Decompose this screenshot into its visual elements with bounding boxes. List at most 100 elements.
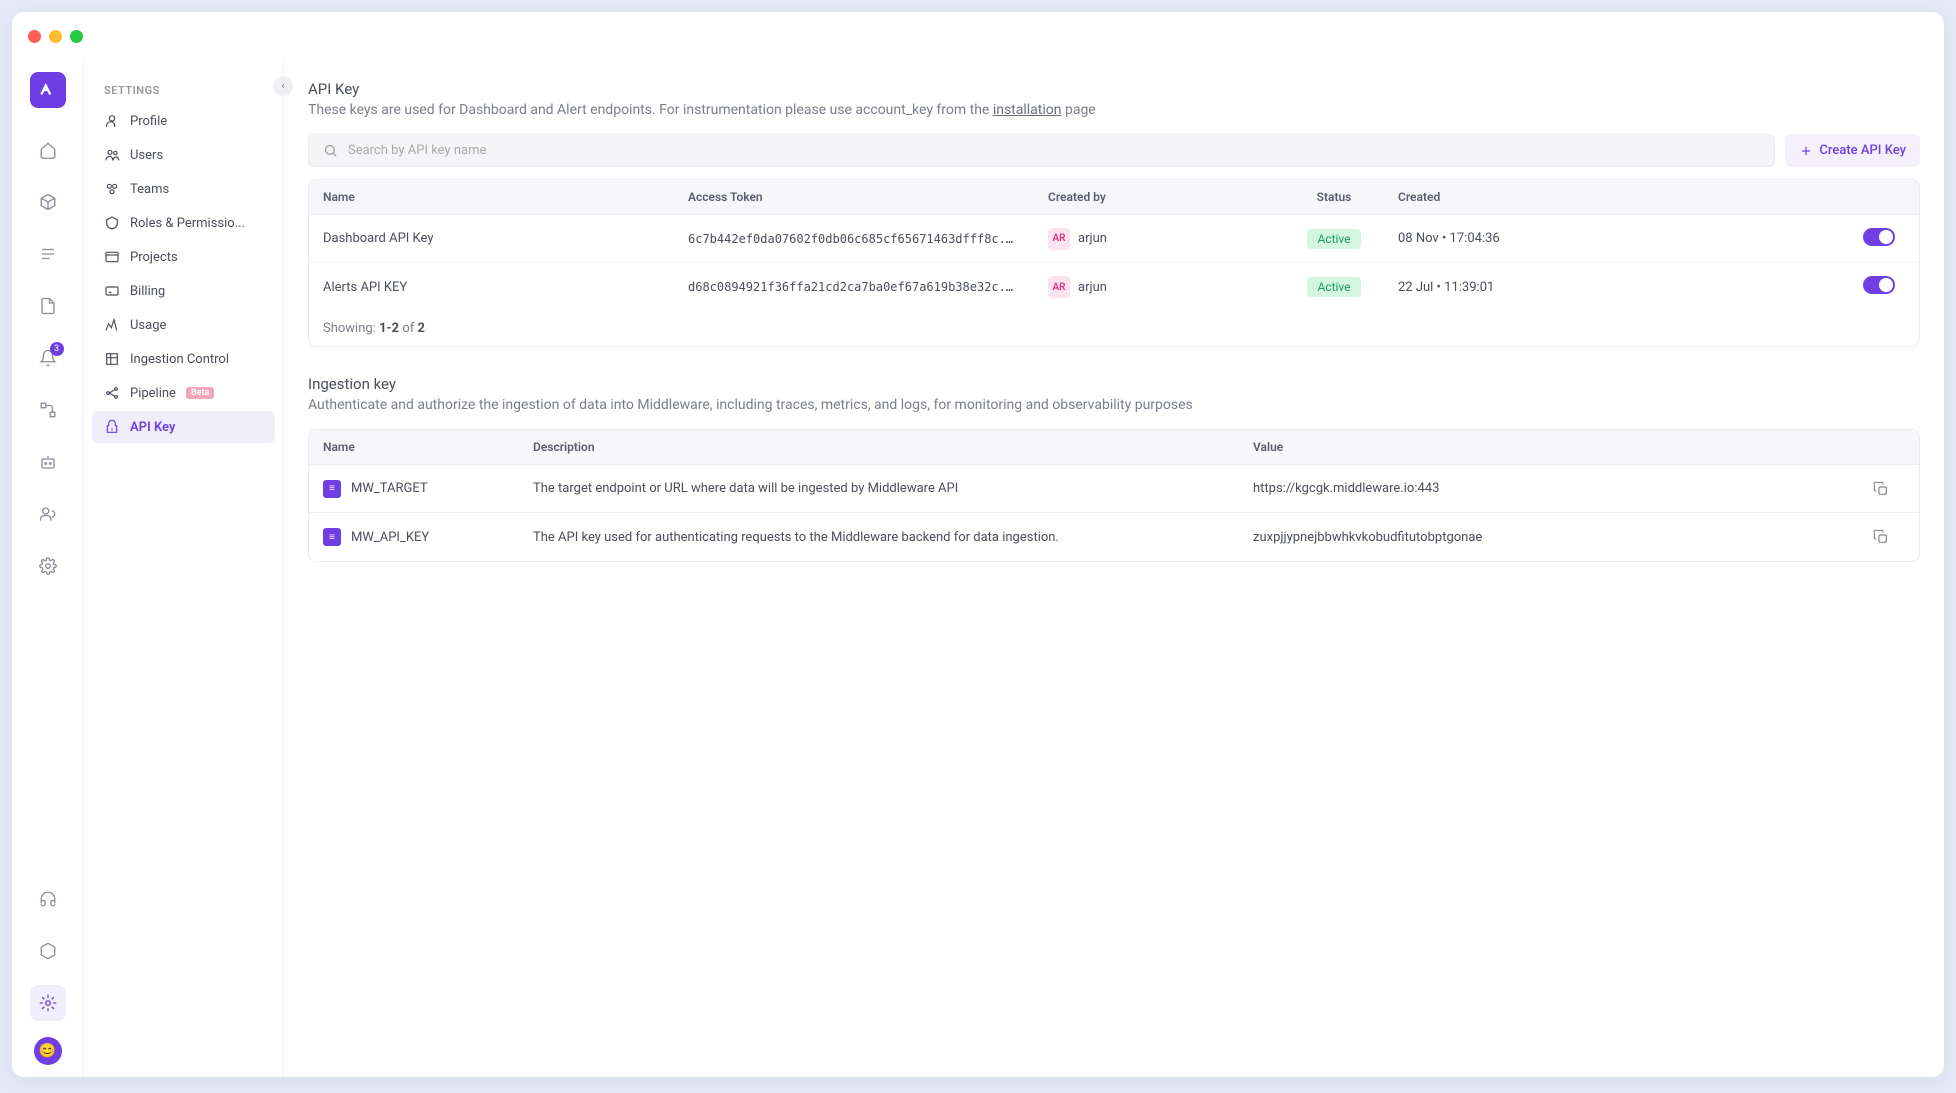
plus-icon (1799, 144, 1813, 158)
copy-icon[interactable] (1873, 481, 1889, 497)
status-badge: Active (1307, 229, 1360, 249)
key-icon: ≡ (323, 480, 341, 498)
th-iname: Name (309, 430, 519, 464)
rail-cube-icon[interactable] (30, 184, 66, 220)
cell-created-by: AR arjun (1034, 218, 1284, 260)
rail-alert-badge: 3 (50, 342, 64, 356)
cell-idesc: The target endpoint or URL where data wi… (519, 471, 1239, 506)
user-initials: AR (1048, 228, 1070, 250)
user-name: arjun (1078, 231, 1107, 246)
cell-idesc: The API key used for authenticating requ… (519, 520, 1239, 555)
table-header: Name Access Token Created by Status Crea… (309, 180, 1919, 215)
rail-users-icon[interactable] (30, 496, 66, 532)
sidebar-icon (104, 283, 120, 299)
collapse-sidebar-button[interactable]: ‹ (273, 76, 293, 96)
sidebar-label: Roles & Permissio... (130, 216, 245, 231)
rail-package-icon[interactable] (30, 933, 66, 969)
cell-token: d68c0894921f36ffa21cd2ca7ba0ef67a619b38e… (674, 270, 1034, 304)
th-status: Status (1284, 180, 1384, 214)
sidebar-item-projects[interactable]: Projects (92, 241, 275, 273)
rail-home-icon[interactable] (30, 132, 66, 168)
sidebar-icon (104, 317, 120, 333)
titlebar (12, 12, 1944, 60)
sidebar-item-users[interactable]: Users (92, 139, 275, 171)
rail-support-icon[interactable] (30, 881, 66, 917)
user-avatar[interactable]: 😊 (34, 1037, 62, 1065)
sidebar-item-billing[interactable]: Billing (92, 275, 275, 307)
copy-icon[interactable] (1873, 529, 1889, 545)
th-ivalue: Value (1239, 430, 1859, 464)
cell-created: 08 Nov • 17:04:36 (1384, 221, 1564, 256)
sidebar-icon (104, 249, 120, 265)
sidebar-item-roles-permissio-[interactable]: Roles & Permissio... (92, 207, 275, 239)
th-created-by: Created by (1034, 180, 1284, 214)
cell-toggle (1564, 218, 1919, 260)
th-name: Name (309, 180, 674, 214)
sidebar-icon (104, 113, 120, 129)
ingestion-desc: Authenticate and authorize the ingestion… (308, 397, 1920, 413)
sidebar-title: SETTINGS (92, 76, 275, 105)
sidebar-icon (104, 419, 120, 435)
sidebar-item-profile[interactable]: Profile (92, 105, 275, 137)
sidebar-label: Profile (130, 114, 167, 129)
toggle-switch[interactable] (1863, 228, 1895, 246)
window-maximize[interactable] (70, 30, 83, 43)
api-key-row: Alerts API KEYd68c0894921f36ffa21cd2ca7b… (309, 263, 1919, 311)
sidebar-icon (104, 147, 120, 163)
ingestion-row: ≡MW_TARGETThe target endpoint or URL whe… (309, 465, 1919, 513)
cell-toggle (1564, 266, 1919, 308)
cell-created: 22 Jul • 11:39:01 (1384, 270, 1564, 305)
settings-sidebar: ‹ SETTINGS ProfileUsersTeamsRoles & Perm… (84, 60, 284, 1077)
cell-copy (1859, 519, 1919, 555)
rail-list-icon[interactable] (30, 236, 66, 272)
rail-flow-icon[interactable] (30, 392, 66, 428)
window-close[interactable] (28, 30, 41, 43)
rail-bot-icon[interactable] (30, 444, 66, 480)
cell-ivalue: https://kgcgk.middleware.io:443 (1239, 471, 1859, 506)
sidebar-icon (104, 215, 120, 231)
search-input[interactable] (348, 143, 1760, 158)
sidebar-item-ingestion-control[interactable]: Ingestion Control (92, 343, 275, 375)
rail-bell-icon[interactable]: 3 (30, 340, 66, 376)
nav-rail: 3 😊 (12, 60, 84, 1077)
beta-badge: Beta (186, 387, 214, 399)
cell-iname: ≡MW_API_KEY (309, 518, 519, 556)
user-name: arjun (1078, 280, 1107, 295)
search-box[interactable] (308, 134, 1775, 167)
sidebar-item-teams[interactable]: Teams (92, 173, 275, 205)
search-icon (323, 143, 338, 158)
api-key-table: Name Access Token Created by Status Crea… (308, 179, 1920, 347)
app-logo[interactable] (30, 72, 66, 108)
api-key-desc: These keys are used for Dashboard and Al… (308, 102, 1920, 118)
window-minimize[interactable] (49, 30, 62, 43)
sidebar-item-usage[interactable]: Usage (92, 309, 275, 341)
api-key-title: API Key (308, 80, 1920, 98)
cell-token: 6c7b442ef0da07602f0db06c685cf65671463dff… (674, 222, 1034, 256)
rail-settings-icon[interactable] (30, 985, 66, 1021)
toggle-switch[interactable] (1863, 276, 1895, 294)
cell-name: Alerts API KEY (309, 270, 674, 305)
cell-name: Dashboard API Key (309, 221, 674, 256)
rail-gear-icon[interactable] (30, 548, 66, 584)
sidebar-label: Pipeline (130, 386, 176, 401)
api-key-row: Dashboard API Key6c7b442ef0da07602f0db06… (309, 215, 1919, 263)
installation-link[interactable]: installation (993, 102, 1062, 118)
sidebar-label: Ingestion Control (130, 352, 229, 367)
create-api-key-button[interactable]: Create API Key (1785, 134, 1920, 167)
sidebar-item-api-key[interactable]: API Key (92, 411, 275, 443)
rail-file-icon[interactable] (30, 288, 66, 324)
ingestion-title: Ingestion key (308, 375, 1920, 393)
sidebar-icon (104, 385, 120, 401)
sidebar-label: Users (130, 148, 163, 163)
key-icon: ≡ (323, 528, 341, 546)
cell-copy (1859, 471, 1919, 507)
cell-iname: ≡MW_TARGET (309, 470, 519, 508)
sidebar-item-pipeline[interactable]: Pipeline Beta (92, 377, 275, 409)
sidebar-icon (104, 181, 120, 197)
sidebar-icon (104, 351, 120, 367)
sidebar-label: Usage (130, 318, 166, 333)
cell-created-by: ARarjun (1034, 266, 1284, 308)
th-token: Access Token (674, 180, 1034, 214)
th-created: Created (1384, 180, 1564, 214)
main-content: API Key These keys are used for Dashboar… (284, 60, 1944, 1077)
